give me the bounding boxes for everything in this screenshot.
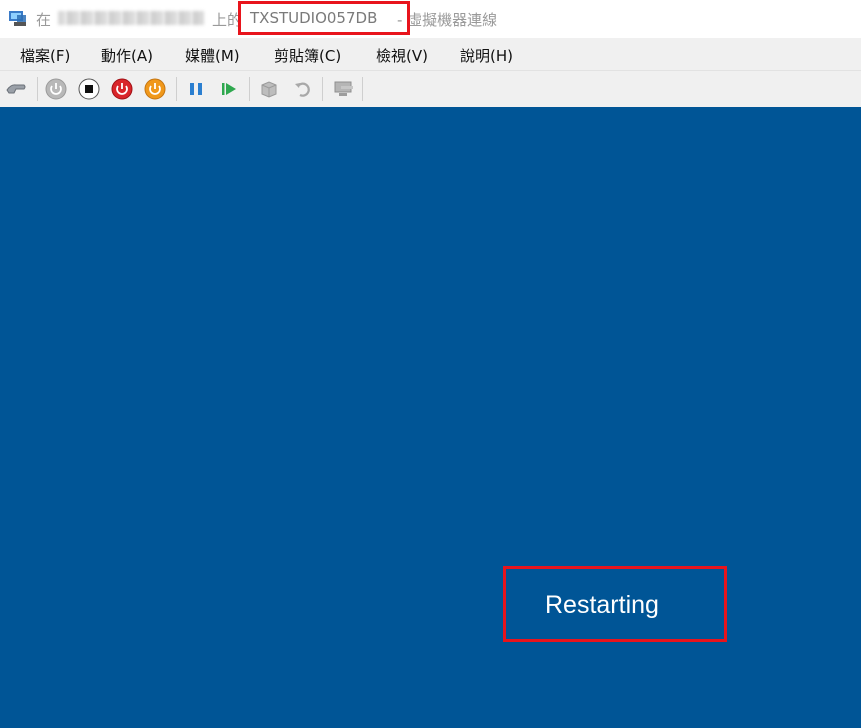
revert-icon[interactable] — [291, 78, 313, 100]
redacted-host-name — [58, 11, 204, 25]
toolbar-separator — [176, 77, 177, 101]
title-bar: 在 上的 TXSTUDIO057DB - 虛擬機器連線 — [0, 0, 861, 38]
menu-file[interactable]: 檔案(F) — [20, 45, 70, 66]
toolbar-separator — [37, 77, 38, 101]
save-icon[interactable] — [144, 78, 166, 100]
checkpoint-icon[interactable] — [258, 78, 280, 100]
turn-off-icon[interactable] — [78, 78, 100, 100]
title-prefix: 在 — [36, 11, 52, 29]
menu-help[interactable]: 說明(H) — [460, 45, 513, 66]
vm-display[interactable]: Restarting — [0, 107, 861, 728]
reset-icon[interactable] — [218, 78, 240, 100]
menu-bar: 檔案(F) 動作(A) 媒體(M) 剪貼簿(C) 檢視(V) 說明(H) — [0, 38, 861, 70]
menu-action[interactable]: 動作(A) — [101, 45, 153, 66]
title-suffix: - 虛擬機器連線 — [397, 11, 498, 29]
toolbar — [0, 70, 861, 107]
menu-media[interactable]: 媒體(M) — [185, 45, 240, 66]
toolbar-separator — [322, 77, 323, 101]
start-icon[interactable] — [45, 78, 67, 100]
menu-view[interactable]: 檢視(V) — [376, 45, 428, 66]
status-highlight — [503, 566, 727, 642]
menu-clipboard[interactable]: 剪貼簿(C) — [274, 45, 341, 66]
ctrl-alt-del-icon[interactable] — [5, 78, 27, 100]
shut-down-icon[interactable] — [111, 78, 133, 100]
vm-name-highlight — [238, 1, 410, 35]
toolbar-separator — [362, 77, 363, 101]
enhanced-session-icon[interactable] — [332, 78, 354, 100]
pause-icon[interactable] — [185, 78, 207, 100]
vm-connection-icon — [9, 11, 26, 26]
toolbar-separator — [249, 77, 250, 101]
